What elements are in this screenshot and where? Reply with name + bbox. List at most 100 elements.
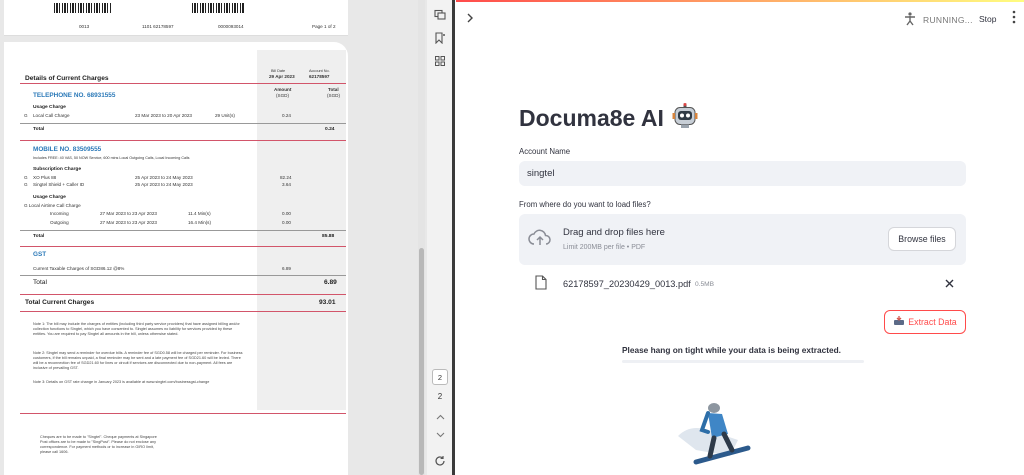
snowboarder-animation — [668, 400, 756, 470]
charge-period: 23 Mar 2023 to 20 Apr 2023 — [135, 113, 192, 118]
pdf-page-2: Details of Current Charges Bill Date 29 … — [4, 42, 348, 475]
grid-icon[interactable] — [433, 54, 447, 68]
account-name-label: Account Name — [519, 147, 571, 156]
chevron-up-icon[interactable] — [433, 410, 447, 424]
divider — [20, 123, 346, 124]
charge-desc: Local Call Charge — [33, 113, 70, 118]
cloud-upload-icon — [528, 229, 552, 252]
gst-desc: Current Taxable Charges of SGD86.12 @8% — [33, 266, 125, 271]
page-count: 2 — [437, 391, 443, 401]
streamlit-app: RUNNING... Stop Documa8e AI Account Name… — [456, 0, 1024, 475]
divider — [20, 311, 346, 312]
wait-message: Please hang on tight while your data is … — [622, 345, 841, 355]
charge-code: G — [24, 175, 28, 180]
viewer-scrollbar[interactable] — [418, 0, 425, 475]
sidebar-chevron-icon[interactable] — [466, 12, 474, 26]
divider — [20, 413, 346, 414]
account-name-input[interactable]: singtel — [519, 161, 966, 186]
file-icon — [535, 275, 547, 295]
airtime-desc: Incoming — [50, 211, 69, 216]
pdf-page-1: 0013 1101 62178597 0000093014 Page 1 of … — [4, 0, 348, 36]
extract-data-label: Extract Data — [908, 317, 957, 327]
divider — [20, 230, 346, 231]
telephone-heading: TELEPHONE NO. 68931555 — [33, 92, 116, 99]
bill-date: 29 Apr 2023 — [269, 74, 295, 79]
refresh-icon[interactable] — [433, 454, 447, 468]
charge-code: G — [24, 113, 28, 118]
grand-total-label: Total Current Charges — [25, 299, 95, 306]
airtime-period: 27 Mar 2023 to 23 Apr 2023 — [100, 211, 157, 216]
progress-bar — [622, 360, 864, 363]
page-number-text: Page 1 of 2 — [312, 24, 336, 29]
total-label: Total — [33, 127, 45, 132]
footer-code: 1101 62178597 — [142, 24, 174, 29]
charge-period: 25 Apr 2023 to 24 May 2023 — [135, 182, 193, 187]
total-label: Total — [33, 279, 47, 286]
chevron-down-icon[interactable] — [433, 428, 447, 442]
extract-icon — [893, 316, 905, 328]
page-number-input[interactable]: 2 — [432, 369, 448, 385]
usage-charge-heading: Usage Charge — [33, 105, 66, 110]
load-files-label: From where do you want to load files? — [519, 200, 651, 209]
account-no-label: Account No. — [309, 69, 330, 73]
bill-section-title: Details of Current Charges — [25, 75, 109, 82]
divider — [20, 294, 346, 295]
airtime-heading: G Local Airtime Call Charge — [24, 203, 81, 208]
airtime-amount: 0.00 — [282, 220, 291, 225]
telephone-total: 0.24 — [325, 127, 335, 132]
account-no: 62178597 — [309, 74, 330, 79]
usage-charge-heading: Usage Charge — [33, 195, 66, 200]
comment-icon[interactable] — [433, 8, 447, 22]
charge-amount: 82.24 — [280, 175, 292, 180]
footer-code: 0000093014 — [218, 24, 244, 29]
grand-total: 93.01 — [319, 299, 336, 306]
dropzone-limit: Limit 200MB per file • PDF — [563, 244, 646, 251]
bookmark-icon[interactable] — [433, 31, 447, 45]
gst-total: 6.89 — [324, 279, 337, 286]
charge-period: 25 Apr 2023 to 24 May 2023 — [135, 175, 193, 180]
barcode — [54, 3, 112, 13]
gst-heading: GST — [33, 251, 47, 258]
bill-note: Note 2: Singtel may send a reminder for … — [33, 351, 243, 370]
pdf-viewer[interactable]: 0013 1101 62178597 0000093014 Page 1 of … — [0, 0, 427, 475]
mobile-total: 85.88 — [322, 234, 335, 239]
file-dropzone[interactable]: Drag and drop files here Limit 200MB per… — [519, 214, 966, 265]
airtime-units: 11.4 Min(s) — [188, 211, 211, 216]
total-unit: (SGD) — [327, 93, 341, 98]
charge-amount: 0.24 — [282, 113, 291, 118]
file-size: 0.5MB — [695, 281, 715, 288]
uploaded-file-row: 62178597_20230429_0013.pdf 0.5MB — [519, 273, 966, 295]
running-label: RUNNING... — [923, 15, 973, 25]
bill-note: Note 3: Details on GST rate change in Ja… — [33, 380, 210, 384]
barcode — [192, 3, 244, 13]
mobile-includes-text: Includes FREE: 40 VAS, 50 NOW Service, 6… — [33, 156, 190, 160]
divider — [20, 83, 346, 84]
running-status: RUNNING... — [904, 12, 973, 28]
divider — [20, 140, 346, 141]
stop-button[interactable]: Stop — [979, 14, 997, 24]
total-label: Total — [33, 234, 45, 239]
header-decoration — [456, 0, 1024, 2]
footer-code: 0013 — [79, 24, 90, 29]
mobile-heading: MOBILE NO. 83509555 — [33, 146, 102, 153]
close-icon[interactable] — [945, 276, 954, 291]
airtime-desc: Outgoing — [50, 220, 69, 225]
charge-desc: Singtel Shield + Caller ID — [33, 182, 85, 187]
total-header: Total — [328, 87, 339, 92]
gst-amount: 6.89 — [282, 266, 291, 271]
dropzone-title: Drag and drop files here — [563, 227, 665, 238]
amount-unit: (SGD) — [276, 93, 290, 98]
airtime-units: 16.4 Min(s) — [188, 220, 211, 225]
menu-icon[interactable] — [1012, 10, 1016, 27]
file-name: 62178597_20230429_0013.pdf — [563, 279, 691, 289]
scrollbar-thumb[interactable] — [419, 248, 424, 475]
title-row: Documa8e AI — [519, 103, 698, 134]
divider — [20, 275, 346, 276]
extract-data-button[interactable]: Extract Data — [884, 310, 966, 334]
charge-desc: XO Plus 88 — [33, 175, 57, 180]
browse-files-button[interactable]: Browse files — [888, 227, 956, 251]
pdf-toolbar: 2 2 — [427, 0, 455, 475]
subscription-heading: Subscription Charge — [33, 167, 82, 172]
cheque-note: Cheques are to be made to "Singtel". Che… — [40, 435, 157, 454]
amount-header: Amount — [274, 87, 292, 92]
